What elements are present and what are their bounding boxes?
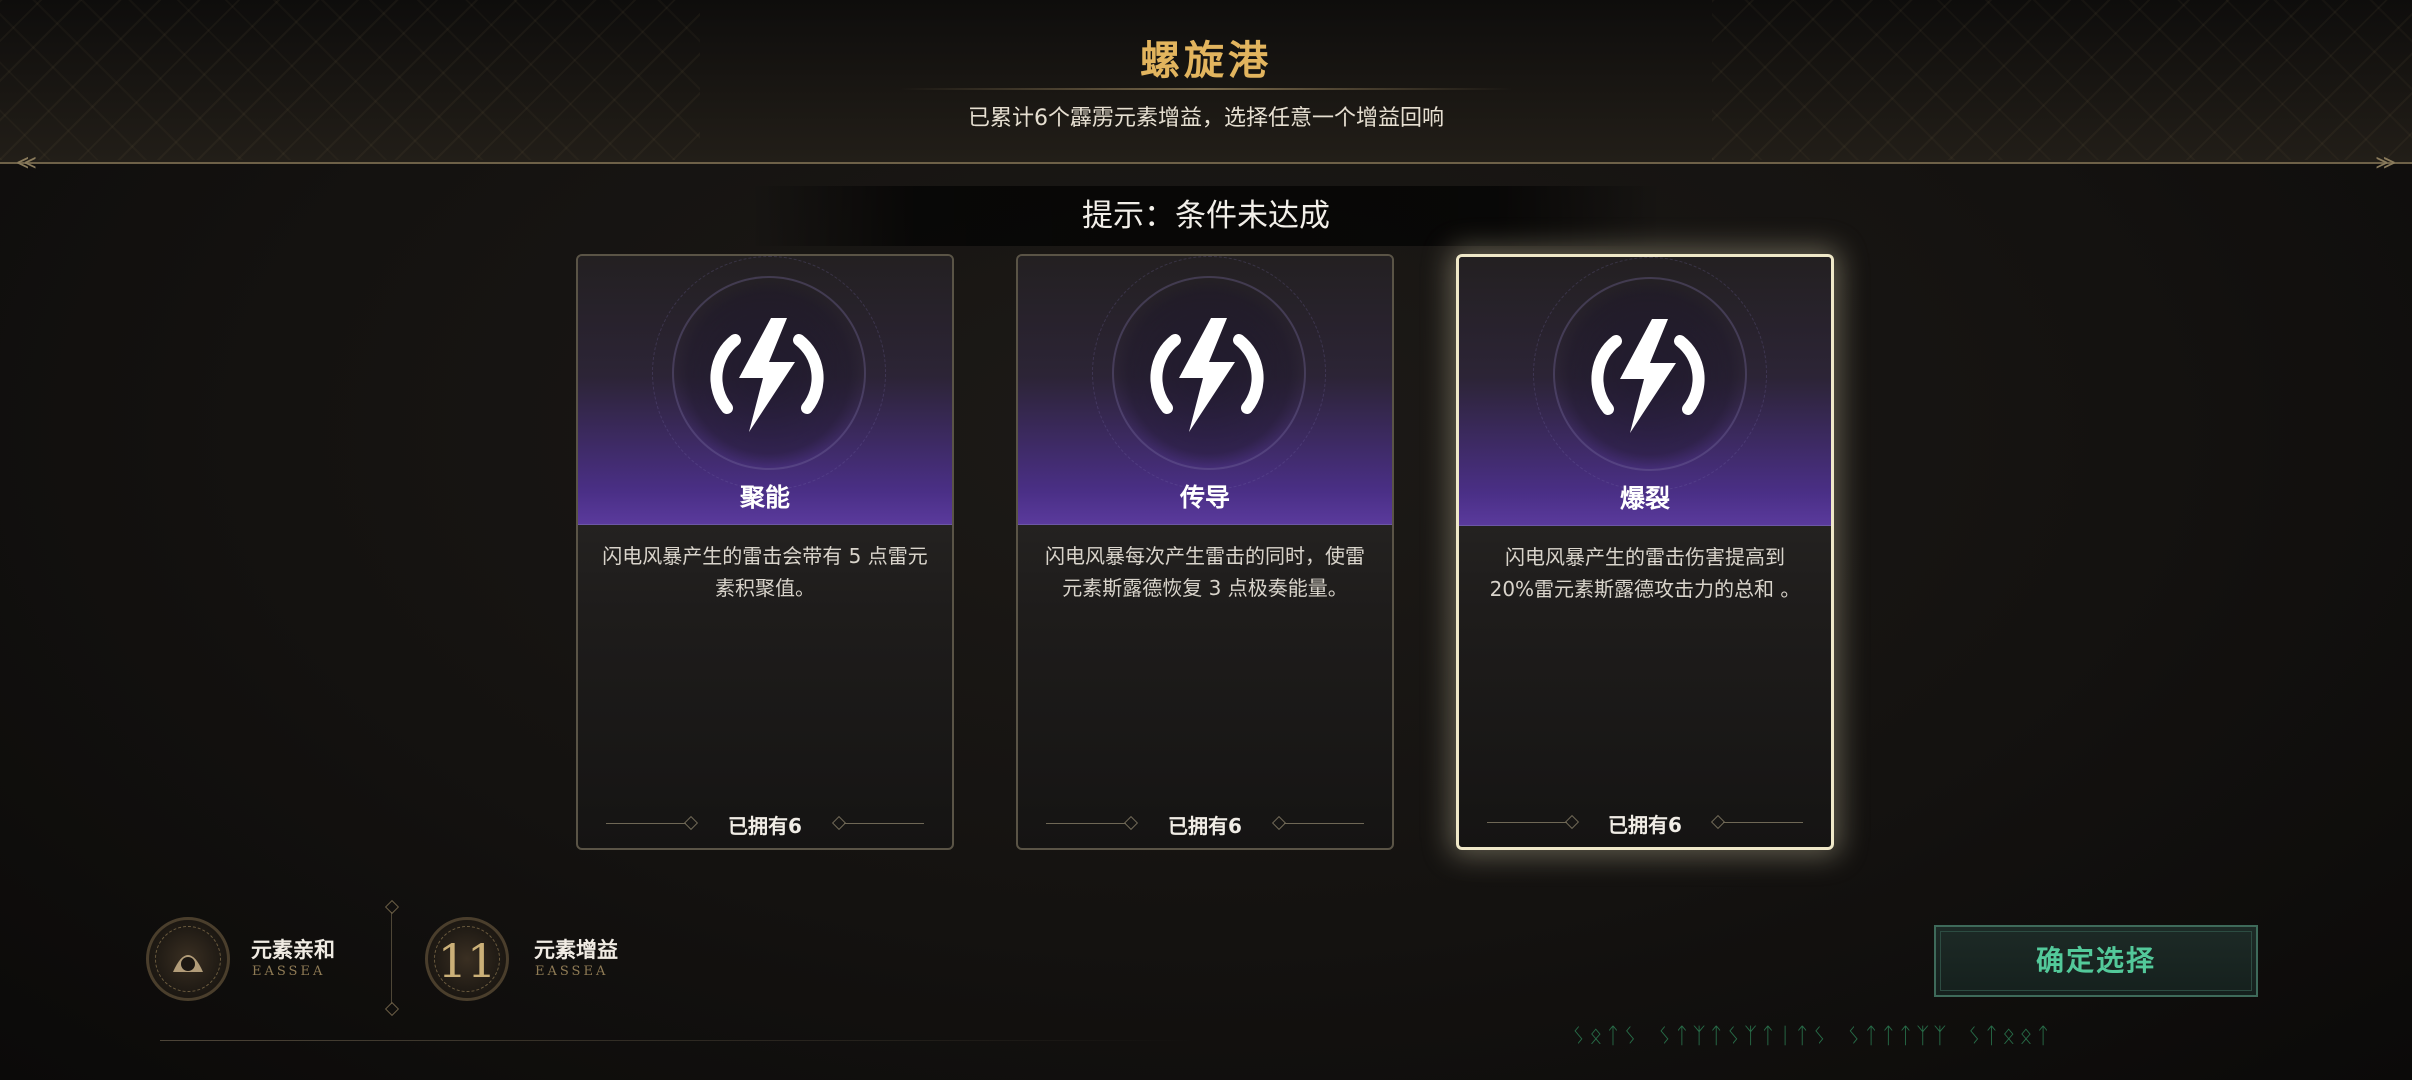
lightning-emblem-icon xyxy=(710,318,824,432)
buff-count: 11 xyxy=(437,934,497,988)
card-title: 传导 xyxy=(1179,483,1230,512)
owned-count: 已拥有6 xyxy=(1608,813,1682,837)
left-ornament-icon: ≪ xyxy=(16,150,37,174)
page-title: 螺旋港 xyxy=(1140,37,1272,84)
element-affinity-icon[interactable] xyxy=(146,917,230,1001)
affinity-label: 元素亲和 xyxy=(251,938,335,962)
affinity-sub: EASSEA xyxy=(252,964,326,979)
top-banner: 螺旋港 已累计6个霹雳元素增益，选择任意一个增益回响 ≪ ≫ xyxy=(0,0,2412,174)
buff-card-3[interactable]: 爆裂 闪电风暴产生的雷击伤害提高到 20%雷元素斯露德攻击力的总和 。 已拥有6 xyxy=(1456,254,1834,850)
page-subtitle: 已累计6个霹雳元素增益，选择任意一个增益回响 xyxy=(968,106,1444,131)
card-footer: 已拥有6 xyxy=(1459,809,1831,837)
right-ornament-icon: ≫ xyxy=(2375,150,2396,174)
buff-card-1[interactable]: 聚能 闪电风暴产生的雷击会带有 5 点雷元素积聚值。 已拥有6 xyxy=(576,254,954,850)
buff-label: 元素增益 xyxy=(534,938,618,962)
card-description: 闪电风暴每次产生雷击的同时，使雷元素斯露德恢复 3 点极奏能量。 xyxy=(1045,544,1365,600)
status-divider xyxy=(391,912,392,1004)
card-description: 闪电风暴产生的雷击会带有 5 点雷元素积聚值。 xyxy=(602,544,928,600)
element-buff-icon[interactable]: 11 xyxy=(425,917,509,1001)
buff-card-2[interactable]: 传导 闪电风暴每次产生雷击的同时，使雷元素斯露德恢复 3 点极奏能量。 已拥有6 xyxy=(1016,254,1394,850)
owned-count: 已拥有6 xyxy=(728,814,802,838)
card-header: 爆裂 xyxy=(1459,257,1831,526)
lightning-emblem-icon xyxy=(1591,319,1705,433)
hint-banner: 提示：条件未达成 xyxy=(750,186,1662,246)
card-title: 聚能 xyxy=(739,483,790,512)
card-description: 闪电风暴产生的雷击伤害提高到 20%雷元素斯露德攻击力的总和 。 xyxy=(1489,545,1801,601)
owned-count: 已拥有6 xyxy=(1168,814,1242,838)
card-header: 聚能 xyxy=(578,256,952,525)
card-footer: 已拥有6 xyxy=(1018,810,1392,838)
title-divider xyxy=(900,88,1512,90)
card-title: 爆裂 xyxy=(1619,484,1670,513)
lightning-emblem-icon xyxy=(1150,318,1264,432)
confirm-button[interactable]: 确定选择 xyxy=(1934,925,2258,997)
card-footer: 已拥有6 xyxy=(578,810,952,838)
buff-sub: EASSEA xyxy=(535,964,609,979)
card-header: 传导 xyxy=(1018,256,1392,525)
rune-decoration: ᛊᛟᛏᛊ ᛊᛏᛉᛏᛊᛉᛏᛁᛏᛊ ᛊᛏᛏᛏᛉᛉ ᛊᛏᛟᛟᛏ xyxy=(1572,1024,2054,1049)
bottom-divider xyxy=(160,1040,1200,1041)
